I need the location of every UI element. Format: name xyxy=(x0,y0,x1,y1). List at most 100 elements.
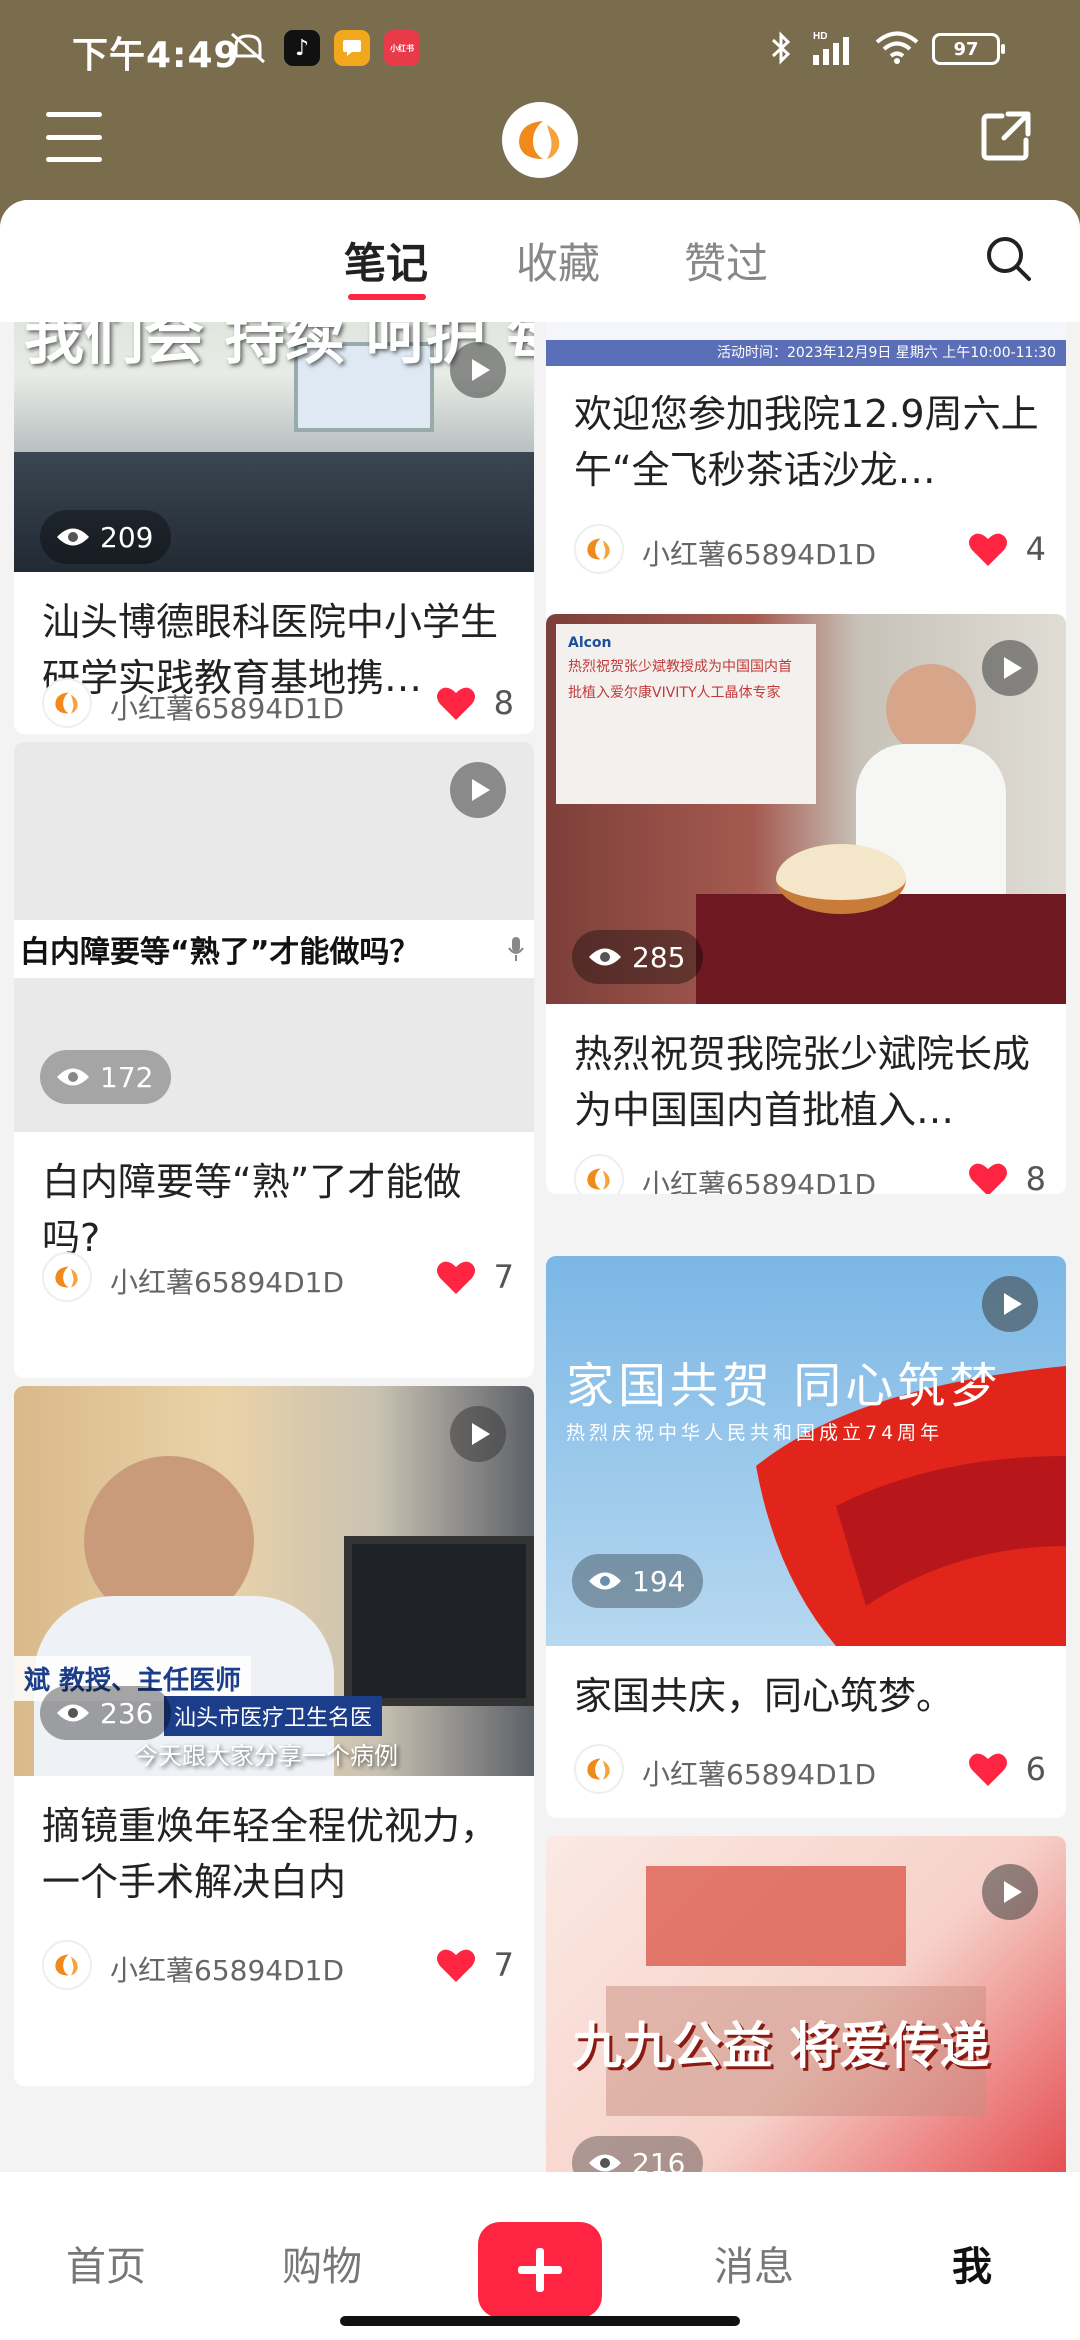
tab-liked[interactable]: 赞过 xyxy=(684,230,768,291)
cover-headline: 九九公益 将爱传递 xyxy=(572,2017,990,2075)
note-title: 欢迎您参加我院12.9周六上午“全飞秒茶话沙龙… xyxy=(574,392,1039,492)
content-sheet: 笔记 收藏 赞过 我们会 持续 呵护 每个孩子的眼睛 209 汕头博德眼科医院中… xyxy=(0,200,1080,2340)
video-play-icon xyxy=(450,762,506,818)
plus-icon xyxy=(518,2248,562,2292)
notes-feed: 我们会 持续 呵护 每个孩子的眼睛 209 汕头博德眼科医院中小学生研学实践教育… xyxy=(0,322,1080,2340)
author-name[interactable]: 小红薯65894D1D xyxy=(110,1261,344,1301)
author-avatar[interactable] xyxy=(42,678,92,728)
author-name[interactable]: 小红薯65894D1D xyxy=(110,1949,344,1989)
view-count-badge: 236 xyxy=(40,1686,172,1740)
cover-subline: 热烈庆祝中华人民共和国成立74周年 xyxy=(566,1422,944,1444)
screen-text: 热烈祝贺张少斌教授成为中国国内首批植入爱尔康VIVITY人工晶体专家 xyxy=(568,659,792,701)
microphone-icon xyxy=(508,937,524,961)
heart-icon[interactable] xyxy=(436,684,476,722)
video-subtitle: 今天跟大家分享一个病例 xyxy=(134,1742,398,1770)
nav-me[interactable]: 我 xyxy=(952,2234,992,2292)
bluetooth-icon xyxy=(766,28,796,68)
view-count-badge: 194 xyxy=(572,1554,704,1608)
note-title: 热烈祝贺我院张少斌院长成为中国国内首批植入… xyxy=(574,1032,1031,1132)
note-title: 摘镜重焕年轻全程优视力，一个手术解决白内 xyxy=(42,1804,499,1904)
author-name[interactable]: 小红薯65894D1D xyxy=(642,533,876,573)
presentation-screen: Alcon 热烈祝贺张少斌教授成为中国国内首批植入爱尔康VIVITY人工晶体专家 xyxy=(556,624,816,804)
create-post-button[interactable] xyxy=(478,2222,602,2318)
note-card[interactable]: 斌 教授、主任医师 汕头市医疗卫生名医 236 今天跟大家分享一个病例 摘镜重焕… xyxy=(14,1386,534,2086)
profile-avatar[interactable] xyxy=(502,102,578,178)
home-indicator xyxy=(340,2316,740,2326)
search-icon[interactable] xyxy=(984,234,1034,284)
like-count: 7 xyxy=(493,1258,514,1296)
like-count: 6 xyxy=(1025,1750,1046,1788)
status-bar: 下午4:49 ♪ 小红书 HD 97 xyxy=(0,0,1080,96)
video-play-icon xyxy=(450,1406,506,1462)
chat-app-icon xyxy=(334,30,370,66)
like-count: 8 xyxy=(1025,1160,1046,1194)
share-icon[interactable] xyxy=(978,108,1034,164)
wifi-icon xyxy=(872,28,922,68)
author-name[interactable]: 小红薯65894D1D xyxy=(642,1753,876,1793)
note-cover-image: 斌 教授、主任医师 汕头市医疗卫生名医 236 今天跟大家分享一个病例 xyxy=(14,1386,534,1776)
note-cover-image: 我们会 持续 呵护 每个孩子的眼睛 209 xyxy=(14,322,534,572)
heart-icon[interactable] xyxy=(436,1946,476,1984)
view-count: 236 xyxy=(100,1696,154,1730)
view-count: 194 xyxy=(632,1564,686,1598)
note-title: 家国共庆，同心筑梦。 xyxy=(574,1674,955,1718)
active-tab-indicator xyxy=(348,294,426,300)
note-meta: 小红薯65894D1D 7 xyxy=(42,1940,514,1990)
eye-icon xyxy=(589,948,621,966)
author-avatar[interactable] xyxy=(42,1252,92,1302)
tab-favorites[interactable]: 收藏 xyxy=(516,230,600,291)
top-header: 下午4:49 ♪ 小红书 HD 97 xyxy=(0,0,1080,230)
heart-icon[interactable] xyxy=(968,530,1008,568)
heart-icon[interactable] xyxy=(436,1258,476,1296)
eye-icon xyxy=(589,2154,621,2172)
view-count-badge: 209 xyxy=(40,510,172,564)
speaker-head xyxy=(886,664,976,754)
eye-icon xyxy=(57,1068,89,1086)
author-name[interactable]: 小红薯65894D1D xyxy=(642,1163,876,1194)
heart-icon[interactable] xyxy=(968,1160,1008,1194)
note-card[interactable]: 家国共贺 同心筑梦 热烈庆祝中华人民共和国成立74周年 194 家国共庆，同心筑… xyxy=(546,1256,1066,1818)
red-table xyxy=(696,894,1066,1004)
note-meta: 小红薯65894D1D 7 xyxy=(42,1252,514,1302)
note-meta: 小红薯65894D1D 8 xyxy=(42,678,514,728)
photo-collage xyxy=(646,1866,906,1966)
video-play-icon xyxy=(982,640,1038,696)
author-name[interactable]: 小红薯65894D1D xyxy=(110,687,344,727)
bottom-nav: 首页 购物 消息 我 xyxy=(0,2172,1080,2340)
menu-icon[interactable] xyxy=(46,112,102,162)
author-avatar[interactable] xyxy=(42,1940,92,1990)
eye-icon xyxy=(589,1572,621,1590)
note-card[interactable]: 我们会 持续 呵护 每个孩子的眼睛 209 汕头博德眼科医院中小学生研学实践教育… xyxy=(14,322,534,734)
note-cover-image: 活动时间：2023年12月9日 星期六 上午10:00-11:30 xyxy=(546,322,1066,366)
alcon-brand: Alcon xyxy=(568,635,612,651)
nav-shopping[interactable]: 购物 xyxy=(282,2234,362,2292)
note-cover-image: Alcon 热烈祝贺张少斌教授成为中国国内首批植入爱尔康VIVITY人工晶体专家… xyxy=(546,614,1066,1004)
author-avatar[interactable] xyxy=(574,1744,624,1794)
tab-notes[interactable]: 笔记 xyxy=(344,230,428,291)
author-avatar[interactable] xyxy=(574,1154,624,1194)
note-card[interactable]: Alcon 热烈祝贺张少斌教授成为中国国内首批植入爱尔康VIVITY人工晶体专家… xyxy=(546,614,1066,1194)
cover-headline: 家国共贺 同心筑梦 xyxy=(566,1358,1002,1414)
view-count-badge: 172 xyxy=(40,1050,172,1104)
view-count: 172 xyxy=(100,1060,154,1094)
eye-icon xyxy=(57,528,89,546)
nav-home[interactable]: 首页 xyxy=(66,2234,146,2292)
note-meta: 小红薯65894D1D 8 xyxy=(574,1154,1046,1194)
mute-notifications-icon xyxy=(226,28,270,68)
eye-icon xyxy=(57,1704,89,1722)
view-count-badge: 285 xyxy=(572,930,704,984)
lower-third-title: 汕头市医疗卫生名医 xyxy=(164,1696,383,1736)
note-card[interactable]: 白内障要等“熟了”才能做吗？ 172 白内障要等“熟”了才能做吗? 小红薯658… xyxy=(14,742,534,1378)
note-cover-image: 白内障要等“熟了”才能做吗？ 172 xyxy=(14,742,534,1132)
heart-icon[interactable] xyxy=(968,1750,1008,1788)
video-play-icon xyxy=(450,342,506,398)
signal-icon: HD xyxy=(806,28,860,68)
note-cover-image: 家国共贺 同心筑梦 热烈庆祝中华人民共和国成立74周年 194 xyxy=(546,1256,1066,1646)
note-meta: 小红薯65894D1D 6 xyxy=(574,1744,1046,1794)
note-title: 白内障要等“熟”了才能做吗? xyxy=(42,1160,462,1260)
croissant-logo-icon xyxy=(519,121,560,159)
nav-messages[interactable]: 消息 xyxy=(714,2234,794,2292)
signal-hd-label: HD xyxy=(813,31,827,42)
celebration-cake xyxy=(776,844,906,914)
author-avatar[interactable] xyxy=(574,524,624,574)
